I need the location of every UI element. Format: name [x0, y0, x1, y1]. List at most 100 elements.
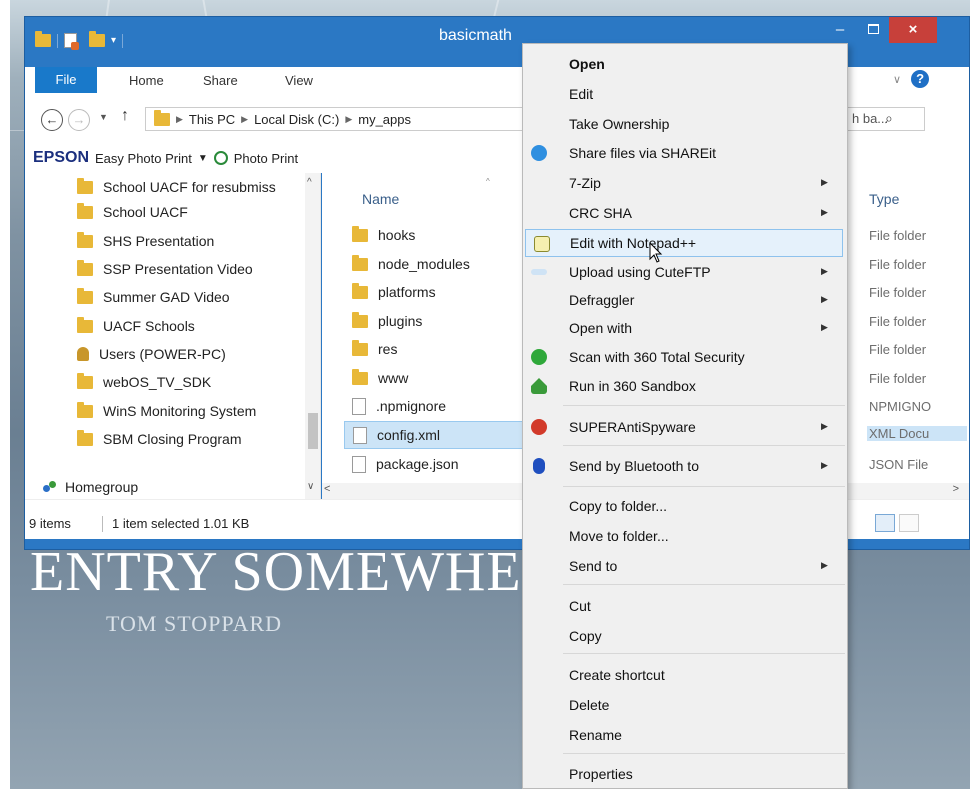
scroll-down-icon[interactable]: ∨: [307, 481, 314, 492]
properties-icon[interactable]: [64, 33, 79, 50]
menu-item-edit[interactable]: Edit: [523, 80, 847, 108]
nav-item[interactable]: WinS Monitoring System: [77, 397, 256, 425]
folder-icon: [77, 177, 93, 194]
breadcrumb-local-disk[interactable]: Local Disk (C:): [254, 112, 339, 127]
breadcrumb-this-pc[interactable]: This PC: [189, 112, 235, 127]
menu-item-label: Rename: [569, 727, 622, 743]
menu-item-shareit[interactable]: Share files via SHAREit: [523, 139, 847, 167]
chevron-down-icon[interactable]: ▼: [198, 153, 208, 164]
file-row[interactable]: package.json: [344, 450, 544, 478]
address-input[interactable]: ▶ This PC ▶ Local Disk (C:) ▶ my_apps: [145, 107, 525, 131]
file-name: .npmignore: [376, 398, 447, 414]
scroll-left-icon[interactable]: <: [324, 483, 330, 495]
recent-locations-icon[interactable]: ▼: [99, 112, 108, 122]
nav-scrollbar[interactable]: ^ ∨: [305, 173, 320, 499]
file-type: JSON File: [869, 457, 929, 472]
menu-item-rename[interactable]: Rename: [523, 721, 847, 749]
nav-item[interactable]: Users (POWER-PC): [77, 340, 226, 368]
tab-view[interactable]: View: [285, 73, 313, 88]
nav-item[interactable]: SSP Presentation Video: [77, 255, 253, 283]
menu-separator: [563, 584, 845, 585]
folder-icon: [77, 259, 93, 276]
tab-share[interactable]: Share: [203, 73, 238, 88]
file-name: config.xml: [377, 427, 441, 443]
menu-item-label: 7-Zip: [569, 175, 601, 191]
file-row[interactable]: www: [344, 364, 544, 392]
menu-item-edit-notepadpp[interactable]: Edit with Notepad++: [525, 229, 843, 257]
folder-icon: [77, 202, 93, 219]
toolbar-separator: [122, 33, 124, 48]
file-icon: [353, 426, 367, 444]
scroll-up-icon[interactable]: ^: [307, 177, 312, 188]
menu-item-360-sandbox[interactable]: Run in 360 Sandbox: [523, 372, 847, 400]
file-row[interactable]: platforms: [344, 278, 544, 306]
details-view-icon[interactable]: [875, 514, 895, 532]
minimize-button[interactable]: –: [825, 17, 855, 43]
large-icons-view-icon[interactable]: [899, 514, 919, 532]
chevron-right-icon[interactable]: ▶: [345, 114, 352, 125]
scroll-right-icon[interactable]: >: [953, 483, 959, 495]
menu-item-open[interactable]: Open: [523, 50, 847, 78]
nav-item[interactable]: SHS Presentation: [77, 227, 214, 255]
superantispyware-icon: [531, 419, 547, 435]
file-row-selected[interactable]: config.xml: [344, 421, 544, 449]
scroll-thumb[interactable]: [308, 413, 318, 449]
menu-item-open-with[interactable]: Open with ▶: [523, 314, 847, 342]
nav-item[interactable]: SBM Closing Program: [77, 425, 242, 453]
back-button[interactable]: ←: [41, 109, 63, 131]
tab-home[interactable]: Home: [129, 73, 164, 88]
column-header-name[interactable]: Name: [362, 191, 399, 207]
close-button[interactable]: ×: [889, 17, 937, 43]
menu-item-defraggler[interactable]: Defraggler ▶: [523, 286, 847, 314]
breadcrumb-my-apps[interactable]: my_apps: [358, 112, 411, 127]
menu-item-properties[interactable]: Properties: [523, 760, 847, 788]
maximize-button[interactable]: [859, 17, 887, 43]
file-row[interactable]: node_modules: [344, 250, 544, 278]
folder-icon: [77, 287, 93, 304]
quick-access-toolbar: ▾: [35, 31, 124, 50]
bluetooth-icon: [533, 458, 545, 474]
menu-item-cut[interactable]: Cut: [523, 592, 847, 620]
nav-item[interactable]: School UACF for resubmiss: [77, 173, 276, 201]
expand-ribbon-icon[interactable]: ∨: [893, 73, 901, 86]
file-row[interactable]: .npmignore: [344, 392, 544, 420]
menu-item-move-to-folder[interactable]: Move to folder...: [523, 522, 847, 550]
nav-item[interactable]: webOS_TV_SDK: [77, 368, 211, 396]
file-name: res: [378, 341, 398, 357]
forward-button[interactable]: →: [68, 109, 90, 131]
file-row[interactable]: res: [344, 335, 544, 363]
menu-item-copy-to-folder[interactable]: Copy to folder...: [523, 492, 847, 520]
menu-item-take-ownership[interactable]: Take Ownership: [523, 110, 847, 138]
folder-icon: [352, 368, 368, 385]
menu-item-7zip[interactable]: 7-Zip ▶: [523, 169, 847, 197]
menu-item-create-shortcut[interactable]: Create shortcut: [523, 661, 847, 689]
easy-photo-print-button[interactable]: Easy Photo Print: [95, 151, 192, 166]
file-row[interactable]: hooks: [344, 221, 544, 249]
menu-item-360-scan[interactable]: Scan with 360 Total Security: [523, 343, 847, 371]
photo-print-button[interactable]: Photo Print: [234, 151, 298, 166]
file-row[interactable]: plugins: [344, 307, 544, 335]
nav-item[interactable]: Summer GAD Video: [77, 283, 230, 311]
menu-item-label: Run in 360 Sandbox: [569, 378, 696, 394]
menu-item-label: Share files via SHAREit: [569, 145, 717, 161]
menu-item-crc-sha[interactable]: CRC SHA ▶: [523, 199, 847, 227]
nav-item[interactable]: School UACF: [77, 198, 188, 226]
chevron-right-icon[interactable]: ▶: [176, 114, 183, 125]
tab-file[interactable]: File: [35, 67, 97, 93]
nav-item-homegroup[interactable]: Homegroup: [43, 479, 138, 495]
menu-item-copy[interactable]: Copy: [523, 622, 847, 650]
menu-item-cuteftp[interactable]: Upload using CuteFTP ▶: [523, 258, 847, 286]
menu-item-delete[interactable]: Delete: [523, 691, 847, 719]
folder-icon: [35, 31, 51, 47]
chevron-right-icon[interactable]: ▶: [241, 114, 248, 125]
menu-item-superantispyware[interactable]: SUPERAntiSpyware ▶: [523, 413, 847, 441]
up-button[interactable]: ↑: [121, 107, 129, 125]
chevron-down-icon[interactable]: ▾: [111, 35, 116, 46]
nav-item[interactable]: UACF Schools: [77, 312, 195, 340]
search-icon[interactable]: ⌕: [885, 110, 893, 127]
menu-item-bluetooth[interactable]: Send by Bluetooth to ▶: [523, 452, 847, 480]
column-header-type[interactable]: Type: [869, 191, 899, 207]
new-folder-icon[interactable]: [89, 31, 105, 47]
menu-item-send-to[interactable]: Send to ▶: [523, 552, 847, 580]
help-icon[interactable]: ?: [911, 70, 930, 88]
